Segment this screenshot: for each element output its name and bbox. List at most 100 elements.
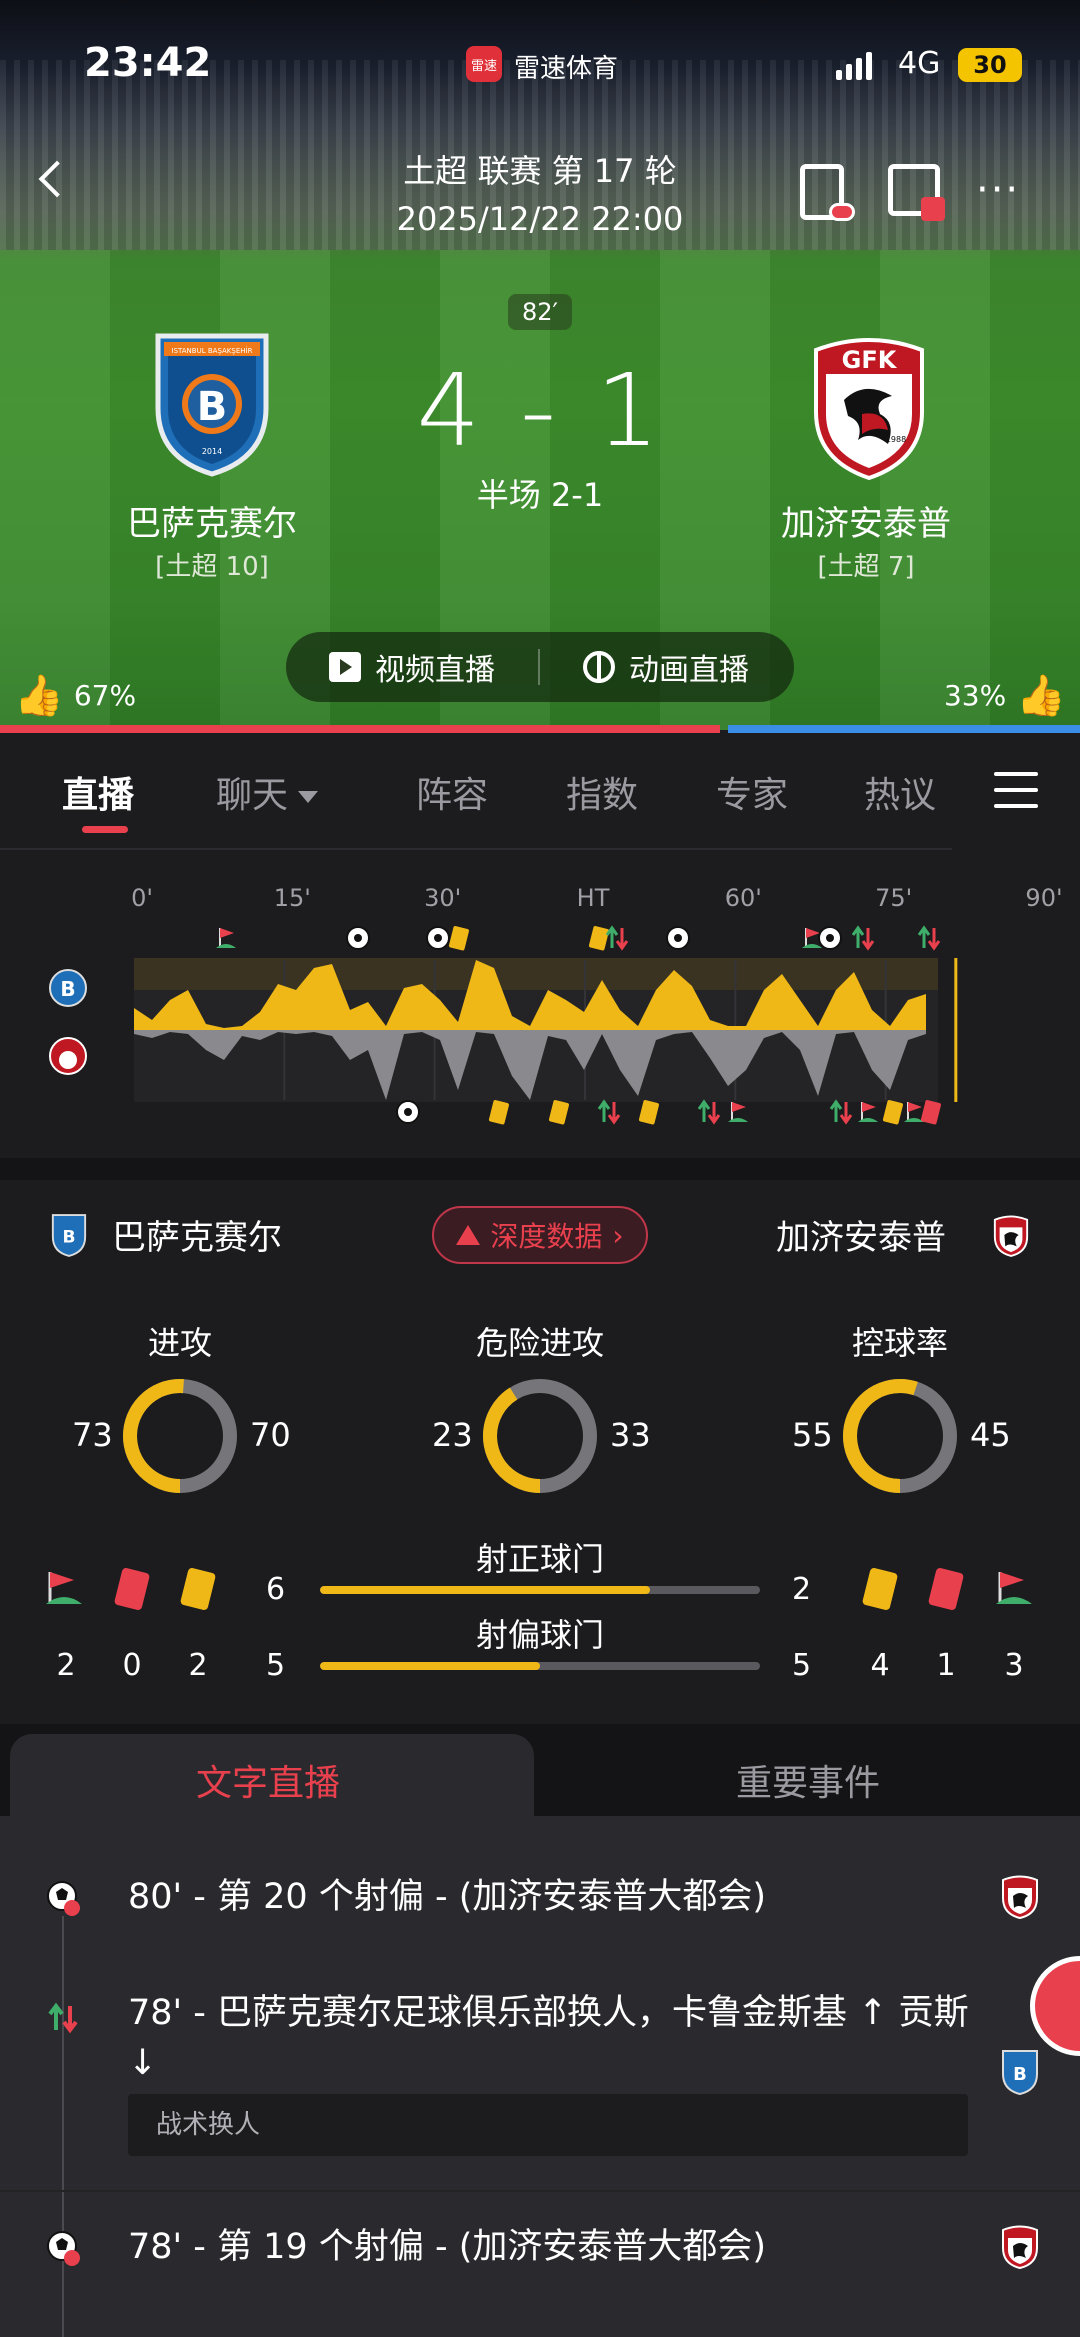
goal-ball-dot (826, 934, 834, 942)
goal-ball-dot (354, 934, 362, 942)
away-yellow-count: 4 (870, 1648, 890, 1683)
video-live-label: 视频直播 (375, 653, 495, 688)
video-live-button[interactable]: 视频直播 (286, 632, 538, 702)
vote-bar (0, 725, 1080, 733)
home-vote[interactable]: 👍 67% (14, 672, 136, 719)
yellow-card-icon (448, 926, 469, 951)
goal-ball-dot (674, 934, 682, 942)
animation-icon (583, 651, 615, 683)
substitution-in-icon (917, 925, 931, 948)
substitution-in-icon (597, 1099, 611, 1122)
feed-divider (0, 2190, 1080, 2192)
feed-item-1: 80' - 第 20 个射偏 - (加济安泰普大都会) (128, 1877, 767, 1917)
app-name: 雷速体育 (514, 54, 619, 84)
thumbs-up-icon: 👍 (14, 673, 64, 719)
live-stream-switch: 视频直播 动画直播 (286, 632, 794, 702)
attack-donut (123, 1379, 237, 1493)
feed-timeline-line (62, 1916, 64, 2337)
corner-flag-icon (220, 928, 234, 938)
away-team-marker-inner (59, 1051, 77, 1069)
svg-text:2014: 2014 (202, 447, 222, 456)
section-gap (0, 1158, 1080, 1180)
corner-flag-icon (908, 1102, 922, 1112)
yellow-card-icon (488, 1100, 509, 1125)
away-mini-crest (993, 1215, 1029, 1257)
away-vote[interactable]: 33% 👍 (944, 672, 1066, 719)
tab-expert[interactable]: 专家 (716, 766, 788, 818)
tab-live[interactable]: 直播 (62, 766, 134, 818)
home-crest-icon: B (1002, 2050, 1038, 2096)
svg-text:B: B (1013, 2064, 1027, 2085)
substitution-icon (48, 2002, 78, 2034)
timeline-tick-label: 0' (131, 884, 153, 912)
red-card-icon (920, 1100, 941, 1125)
tab-chat[interactable]: 聊天 (216, 766, 319, 818)
danger-away-value: 33 (610, 1416, 651, 1454)
tab-key-events[interactable]: 重要事件 (736, 1754, 880, 1806)
battery-icon: 30 (958, 48, 1022, 82)
vote-bar-away (727, 725, 1080, 733)
substitution-out-icon (707, 1102, 721, 1125)
possession-donut (843, 1379, 957, 1493)
timeline-tick-label: HT (577, 884, 610, 912)
substitution-in-icon (829, 1099, 843, 1122)
deep-data-button[interactable]: 深度数据 › (432, 1206, 648, 1264)
feed-item-2: 78' - 巴萨克赛尔足球俱乐部换人，卡鲁金斯基 ↑ 贡斯 ↓ (128, 1993, 969, 2083)
stats-away-name: 加济安泰普 (776, 1218, 946, 1258)
substitution-in-icon (851, 925, 865, 948)
donut-title-danger: 危险进攻 (475, 1324, 604, 1362)
menu-icon[interactable] (994, 772, 1038, 812)
main-tabs: 直播 聊天 阵容 指数 专家 热议 (0, 736, 1080, 848)
tab-odds[interactable]: 指数 (566, 766, 638, 818)
match-minute: 82′ (508, 294, 572, 330)
tab-active-indicator (82, 826, 128, 833)
away-vote-pct: 33% (943, 679, 1007, 712)
feed-item-2-note: 战术换人 (128, 2094, 968, 2156)
momentum-chart: 0' 15' 30' HT 60' 75' 90' B (49, 884, 1063, 1125)
shots-off-away: 5 (792, 1648, 812, 1683)
network-type: 4G (898, 46, 941, 81)
shots-on-target-bar (320, 1586, 760, 1594)
away-team-crest[interactable]: GFK 1988 (804, 330, 934, 480)
timeline-tick-label: 30' (424, 884, 461, 912)
tab-chat-label: 聊天 (216, 775, 289, 816)
corner-flag-icon (732, 1102, 746, 1112)
svg-text:GFK: GFK (842, 346, 898, 374)
more-icon[interactable]: ··· (976, 170, 1020, 210)
tab-discussion[interactable]: 热议 (864, 766, 936, 818)
phone-mode-icon[interactable] (800, 164, 855, 221)
animation-live-label: 动画直播 (629, 653, 749, 688)
attack-home-value: 73 (72, 1416, 113, 1454)
feed-item-3: 78' - 第 19 个射偏 - (加济安泰普大都会) (128, 2227, 767, 2267)
play-icon (329, 652, 361, 682)
vote-bar-home (0, 725, 720, 733)
timeline-tick-label: 60' (725, 884, 762, 912)
svg-text:ISTANBUL BAŞAKŞEHİR: ISTANBUL BAŞAKŞEHİR (172, 346, 253, 355)
match-page: 23:42 雷速 雷速体育 4G 30 土超 联赛 第 17 轮 2025/12… (0, 0, 1080, 2337)
attack-away-value: 70 (250, 1416, 291, 1454)
danger-attack-donut (483, 1379, 597, 1493)
tab-lineup[interactable]: 阵容 (416, 766, 488, 818)
possession-away-value: 45 (970, 1416, 1011, 1454)
home-red-count: 0 (122, 1648, 142, 1683)
away-red-count: 1 (936, 1648, 956, 1683)
status-time: 23:42 (84, 40, 212, 86)
home-team-name[interactable]: 巴萨克赛尔 (62, 496, 362, 545)
animation-live-button[interactable]: 动画直播 (540, 632, 792, 702)
shots-off-target-bar (320, 1662, 760, 1670)
home-team-crest[interactable]: ISTANBUL BAŞAKŞEHİR B 2014 (150, 328, 274, 478)
shots-on-target-title: 射正球门 (475, 1540, 604, 1578)
goal-ball-dot (434, 934, 442, 942)
match-timeline: 0' 15' 30' HT 60' 75' 90' B (0, 850, 1080, 1160)
shots-off-target-fill (320, 1662, 540, 1670)
yellow-card-icon (882, 1100, 903, 1125)
tab-text-live[interactable]: 文字直播 (196, 1754, 340, 1806)
shots-off-target-title: 射偏球门 (475, 1616, 604, 1654)
timeline-tick-label: 15' (274, 884, 311, 912)
pip-icon[interactable] (888, 164, 945, 221)
away-team-rank: [土超 7] (817, 552, 915, 582)
away-team-name[interactable]: 加济安泰普 (716, 496, 1016, 545)
home-corners-count: 2 (56, 1648, 76, 1683)
thumbs-up-icon: 👍 (1016, 673, 1066, 719)
substitution-out-icon (839, 1102, 853, 1125)
